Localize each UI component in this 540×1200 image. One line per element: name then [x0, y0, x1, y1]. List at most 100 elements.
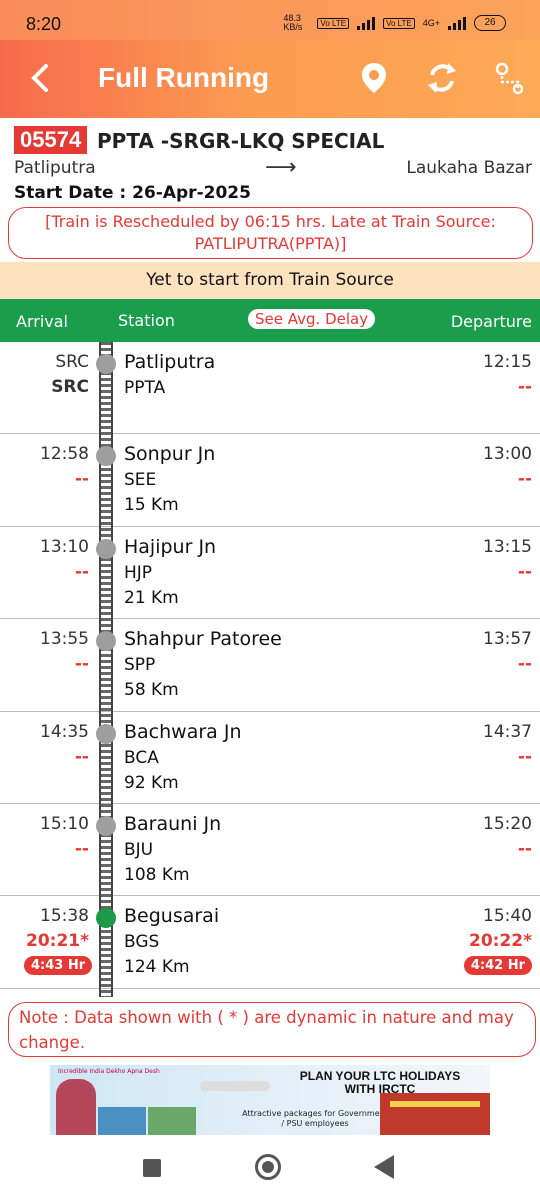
actual-departure: -- — [517, 377, 532, 397]
station-dot-icon — [96, 723, 116, 744]
station-row[interactable]: 12:58 -- Sonpur Jn SEE 15 Km 13:00 -- — [0, 434, 540, 527]
arrival-delay-badge: 4:43 Hr — [24, 956, 93, 976]
station-dot-icon — [96, 816, 116, 836]
station-timeline: SRC SRC Patliputra PPTA 12:15 -- 12:58 -- Sonpur… — [0, 342, 540, 997]
station-name: Shahpur Patoree — [124, 628, 282, 651]
actual-departure: -- — [517, 746, 532, 767]
actual-arrival: -- — [74, 654, 89, 675]
ad-scenery-image-1 — [98, 1107, 146, 1135]
volte-badge-2: Vo LTE — [383, 17, 415, 29]
source-station: Patliputra — [14, 158, 96, 178]
destination-station: Laukaha Bazar — [406, 158, 532, 178]
scheduled-departure: 13:15 — [483, 536, 532, 557]
station-dot-icon — [96, 446, 116, 467]
scheduled-arrival: SRC — [55, 352, 89, 372]
scheduled-arrival: 13:10 — [40, 536, 89, 557]
ad-subtext: Attractive packages for Government / PSU… — [242, 1109, 388, 1128]
page-title: Full Running — [98, 62, 270, 93]
station-code: PPTA — [124, 378, 166, 398]
actual-departure: -- — [517, 839, 532, 859]
ad-brand: Incredible India Dekho Apna Desh — [58, 1068, 160, 1075]
status-right: 48.3 KB/s Vo LTE Vo LTE 4G+ 26 — [283, 14, 506, 32]
station-dot-icon — [96, 538, 116, 559]
station-code: BGS — [124, 932, 160, 953]
station-name: Bachwara Jn — [124, 720, 242, 743]
home-button[interactable] — [255, 1154, 281, 1180]
rail-track — [99, 342, 113, 997]
station-name: Sonpur Jn — [124, 443, 216, 466]
station-distance: 124 Km — [124, 957, 190, 978]
route-arrow-icon: ⟶ — [265, 155, 297, 180]
scheduled-departure: 14:37 — [483, 721, 532, 742]
scheduled-arrival: 15:10 — [40, 814, 89, 834]
departure-delay-badge: 4:42 Hr — [463, 956, 532, 976]
station-row[interactable]: 15:10 -- Barauni Jn BJU 108 Km 15:20 -- — [0, 804, 540, 897]
recents-button[interactable] — [143, 1159, 161, 1177]
actual-arrival: -- — [74, 839, 89, 859]
scheduled-arrival: 13:55 — [40, 629, 89, 650]
airplane-icon — [200, 1081, 270, 1091]
volte-badge-1: Vo LTE — [317, 17, 350, 29]
station-dot-icon — [96, 908, 116, 929]
actual-arrival: SRC — [51, 377, 89, 397]
app-bar: Full Running — [0, 40, 540, 118]
station-code: BCA — [124, 747, 159, 768]
station-name: Hajipur Jn — [124, 535, 217, 558]
header-arrival: Arrival — [16, 312, 68, 331]
system-nav-bar — [0, 1138, 540, 1200]
scheduled-arrival: 12:58 — [40, 444, 89, 465]
table-header: Arrival Station See Avg. Delay Departure — [0, 299, 540, 342]
refresh-icon[interactable] — [424, 60, 460, 96]
actual-arrival: -- — [74, 746, 89, 767]
station-code: HJP — [124, 562, 153, 583]
station-code: SEE — [124, 470, 157, 491]
actual-departure: 20:22* — [468, 931, 532, 952]
station-code: BJU — [124, 840, 154, 860]
actual-arrival: -- — [74, 561, 89, 582]
actual-arrival: 20:21* — [25, 931, 89, 952]
scheduled-departure: 15:40 — [483, 906, 532, 927]
header-departure: Departure — [450, 312, 532, 331]
ad-banner[interactable]: Incredible India Dekho Apna Desh PLAN YO… — [50, 1065, 490, 1135]
network-gen: 4G+ — [422, 18, 440, 28]
running-status-strip: Yet to start from Train Source — [0, 262, 540, 299]
station-distance: 108 Km — [124, 865, 190, 885]
station-row[interactable]: 14:35 -- Bachwara Jn BCA 92 Km 14:37 -- — [0, 712, 540, 804]
status-time: 8:20 — [26, 14, 62, 34]
station-name: Patliputra — [124, 351, 216, 373]
station-dot-icon — [96, 631, 116, 652]
scheduled-departure: 13:57 — [483, 629, 532, 650]
ad-scenery-image-2 — [148, 1107, 196, 1135]
network-speed: 48.3 KB/s — [283, 13, 303, 32]
station-code: SPP — [124, 655, 156, 676]
train-name: PPTA -SRGR-LKQ SPECIAL — [97, 129, 385, 153]
ad-family-image — [56, 1079, 96, 1135]
station-distance: 92 Km — [124, 772, 179, 793]
back-button[interactable] — [374, 1155, 394, 1179]
avg-delay-button[interactable]: See Avg. Delay — [248, 309, 376, 329]
station-dot-icon — [96, 354, 116, 374]
dynamic-data-note: Note : Data shown with ( * ) are dynamic… — [8, 1002, 536, 1057]
station-name: Barauni Jn — [124, 813, 222, 835]
ad-train-image — [380, 1093, 490, 1135]
location-pin-icon[interactable] — [356, 60, 392, 96]
header-station: Station — [118, 311, 175, 330]
status-bar: 8:20 48.3 KB/s Vo LTE Vo LTE 4G+ 26 — [0, 0, 540, 40]
signal-icon — [357, 16, 376, 30]
back-arrow-icon[interactable] — [22, 58, 62, 98]
battery-icon: 26 — [474, 15, 506, 31]
actual-departure: -- — [517, 469, 532, 490]
start-date: Start Date : 26-Apr-2025 — [14, 183, 251, 203]
actual-departure: -- — [517, 654, 532, 675]
station-distance: 21 Km — [124, 587, 179, 608]
train-number-badge: 05574 — [14, 126, 88, 154]
scheduled-arrival: 14:35 — [40, 721, 89, 742]
station-name: Begusarai — [124, 905, 220, 928]
station-row[interactable]: 15:38 20:21* Begusarai BGS 124 Km 15:40 20:22*… — [0, 896, 540, 989]
route-map-icon[interactable] — [492, 60, 528, 96]
station-row[interactable]: 13:55 -- Shahpur Patoree SPP 58 Km 13:57 -- — [0, 619, 540, 712]
station-row[interactable]: 13:10 -- Hajipur Jn HJP 21 Km 13:15 -- — [0, 527, 540, 620]
reschedule-notice: [Train is Rescheduled by 06:15 hrs. Late… — [8, 207, 533, 259]
station-row[interactable]: SRC SRC Patliputra PPTA 12:15 -- — [0, 342, 540, 435]
actual-arrival: -- — [74, 469, 89, 490]
